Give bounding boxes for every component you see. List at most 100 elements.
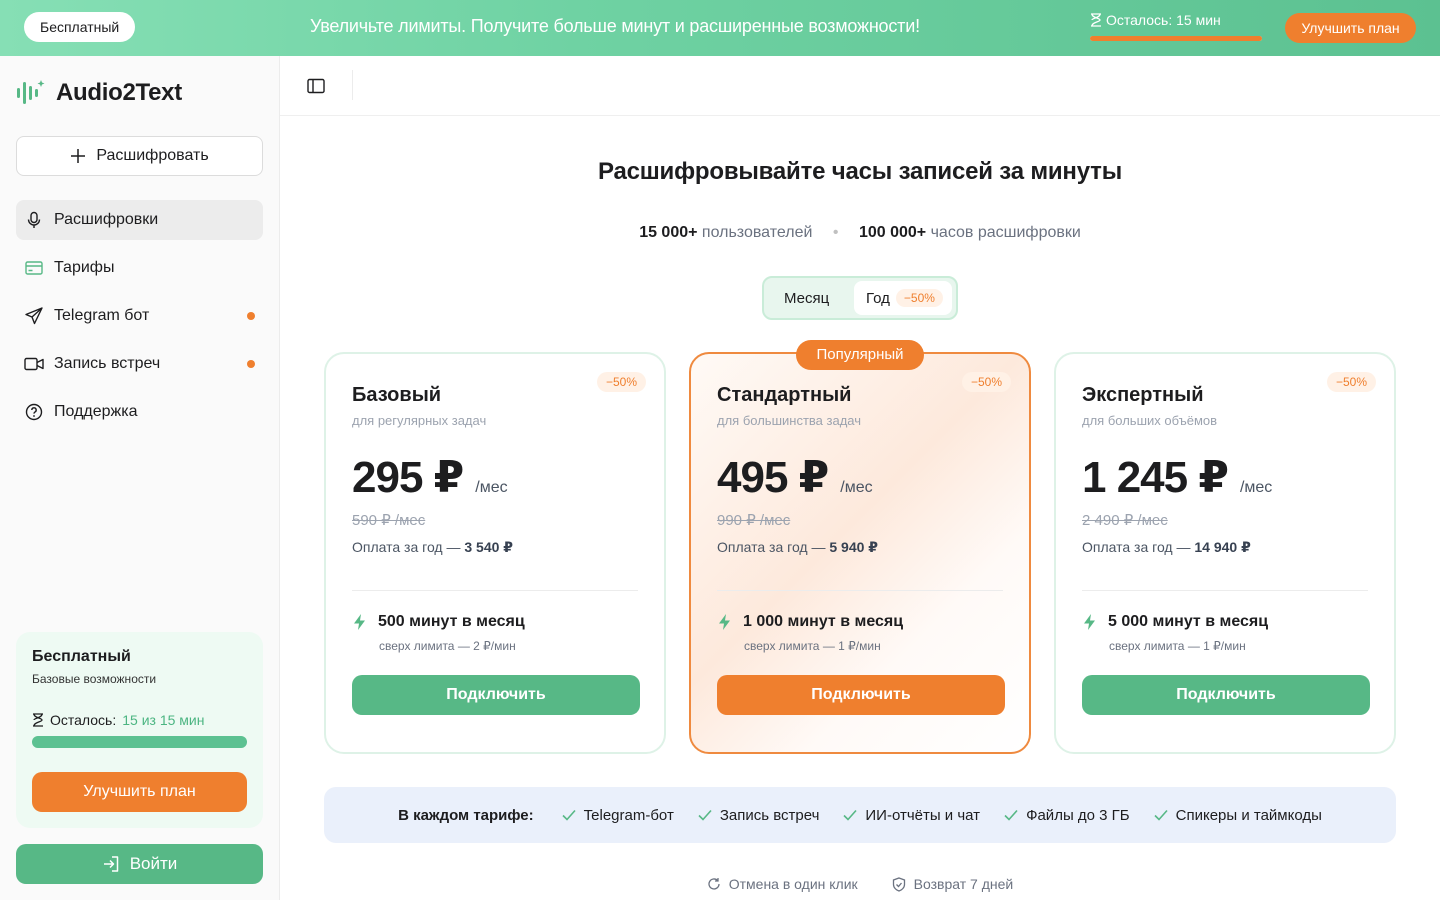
feature-item: Спикеры и таймкоды	[1154, 807, 1322, 824]
video-icon	[24, 354, 44, 374]
sidebar-item-label: Расшифровки	[54, 211, 159, 228]
toggle-month[interactable]: Месяц	[784, 290, 829, 307]
minutes-feature: 5 000 минут в месяц	[1082, 613, 1368, 631]
lightning-icon	[719, 614, 730, 630]
old-price: 990 ₽ /мес	[717, 512, 791, 529]
old-price: 590 ₽ /мес	[352, 512, 426, 529]
plan-title: Экспертный	[1082, 384, 1204, 406]
main-topbar	[280, 56, 1440, 116]
check-icon	[1154, 809, 1168, 821]
sidebar-upgrade-button[interactable]: Улучшить план	[32, 772, 247, 812]
stats-line: 15 000+ пользователей • 100 000+ часов р…	[280, 224, 1440, 242]
sidebar-item-label: Telegram бот	[54, 307, 150, 324]
subscribe-button[interactable]: Подключить	[1082, 675, 1370, 715]
yearly-value: 5 940 ₽	[829, 539, 879, 555]
yearly-payment: Оплата за год — 3 540 ₽	[352, 539, 638, 556]
current-plan-card: Бесплатный Базовые возможности Осталось:…	[16, 632, 263, 828]
toggle-year[interactable]: Год −50%	[854, 281, 952, 315]
new-transcription-button[interactable]: Расшифровать	[16, 136, 263, 176]
notification-dot	[247, 360, 255, 368]
page-title: Расшифровывайте часы записей за минуты	[597, 158, 1123, 185]
microphone-icon	[24, 210, 44, 230]
sidebar-item-label: Тарифы	[54, 259, 115, 276]
minutes-feature: 500 минут в месяц	[352, 613, 638, 631]
guarantee-item: Отмена в один клик	[707, 876, 858, 892]
price-row: 295 ₽ /мес	[352, 452, 638, 503]
subscribe-button[interactable]: Подключить	[352, 675, 640, 715]
stat-label: пользователей	[701, 224, 813, 241]
lightning-icon	[1084, 614, 1095, 630]
sidebar-nav: Расшифровки Тарифы Telegram бот Запись в…	[16, 200, 263, 440]
discount-badge: −50%	[596, 372, 646, 392]
banner-upgrade-button[interactable]: Улучшить план	[1285, 13, 1416, 43]
plan-card-standard: Популярный −50% Стандартный для большинс…	[689, 340, 1031, 754]
minutes-text: 5 000 минут в месяц	[1108, 613, 1269, 630]
plan-subtitle: для большинства задач	[717, 413, 861, 428]
price-row: 495 ₽ /мес	[717, 452, 1003, 503]
login-icon	[103, 856, 118, 872]
plan-title: Стандартный	[717, 384, 852, 406]
minutes-progress-bar	[32, 736, 247, 748]
check-icon	[562, 809, 576, 821]
card-icon	[24, 258, 44, 278]
plan-subtitle: для больших объёмов	[1082, 413, 1218, 428]
logo[interactable]: Audio2Text	[16, 78, 182, 108]
subscribe-button[interactable]: Подключить	[717, 675, 1005, 715]
sidebar-item-label: Запись встреч	[54, 355, 161, 372]
check-icon	[698, 809, 712, 821]
plan-title: Базовый	[352, 384, 442, 406]
sidebar-item-meetings[interactable]: Запись встреч	[16, 344, 263, 384]
feature-item: Telegram-бот	[562, 807, 674, 824]
included-features: В каждом тарифе: Telegram-бот Запись вст…	[324, 787, 1396, 843]
overlimit-price: сверх лимита — 1 ₽/мин	[744, 639, 881, 653]
plan-badge: Бесплатный	[24, 12, 136, 42]
help-icon	[24, 402, 44, 422]
guarantee-item: Возврат 7 дней	[892, 876, 1013, 892]
guarantee-label: Отмена в один клик	[728, 876, 858, 892]
minutes-feature: 1 000 минут в месяц	[717, 613, 1003, 631]
remaining-label: Осталось:	[50, 712, 117, 728]
year-discount-badge: −50%	[895, 289, 943, 307]
sidebar-item-support[interactable]: Поддержка	[16, 392, 263, 432]
sidebar-item-pricing[interactable]: Тарифы	[16, 248, 263, 288]
sidebar-toggle-icon[interactable]	[306, 76, 326, 96]
soundwave-logo-icon	[17, 80, 45, 104]
remaining-value: 15 из 15 мин	[122, 712, 205, 728]
billing-period-toggle: Месяц Год −50%	[762, 276, 958, 320]
remaining-minutes: Осталось: 15 из 15 мин	[32, 712, 247, 728]
discount-badge: −50%	[961, 372, 1011, 392]
price-period: /мес	[475, 479, 508, 496]
banner-progress-bar	[1090, 36, 1262, 41]
feature-label: Спикеры и таймкоды	[1175, 806, 1322, 824]
current-plan-description: Базовые возможности	[32, 672, 157, 686]
sidebar-item-telegram[interactable]: Telegram бот	[16, 296, 263, 336]
new-transcription-label: Расшифровать	[96, 147, 209, 164]
login-button[interactable]: Войти	[16, 844, 263, 884]
yearly-label: Оплата за год —	[352, 539, 461, 555]
price-period: /мес	[1239, 479, 1273, 496]
sidebar-item-label: Поддержка	[54, 403, 138, 420]
check-icon	[1004, 809, 1018, 821]
stats-separator: •	[832, 224, 839, 241]
banner-message: Увеличьте лимиты. Получите больше минут …	[310, 16, 920, 36]
plan-card-expert: −50% Экспертный для больших объёмов 1 24…	[1054, 352, 1396, 754]
banner-remaining: Осталось: 15 мин	[1090, 12, 1221, 28]
overlimit-price: сверх лимита — 2 ₽/мин	[379, 639, 516, 653]
yearly-label: Оплата за год —	[717, 539, 826, 555]
banner-progress-fill	[1090, 36, 1262, 41]
stat-value: 100 000+	[858, 224, 927, 241]
hourglass-icon	[1091, 13, 1101, 27]
shield-check-icon	[892, 876, 905, 892]
price-row: 1 245 ₽ /мес	[1082, 452, 1368, 503]
yearly-payment: Оплата за год — 5 940 ₽	[717, 539, 1003, 556]
popular-badge: Популярный	[796, 340, 924, 370]
lightning-icon	[354, 614, 365, 630]
yearly-value: 3 540 ₽	[464, 539, 514, 555]
plan-price: 495 ₽	[717, 453, 829, 502]
sidebar-item-transcriptions[interactable]: Расшифровки	[16, 200, 263, 240]
top-banner: Бесплатный Увеличьте лимиты. Получите бо…	[0, 0, 1440, 56]
feature-item: Запись встреч	[698, 806, 820, 824]
price-period: /мес	[840, 479, 873, 496]
feature-label: Запись встреч	[719, 806, 820, 824]
discount-badge: −50%	[1326, 372, 1376, 392]
